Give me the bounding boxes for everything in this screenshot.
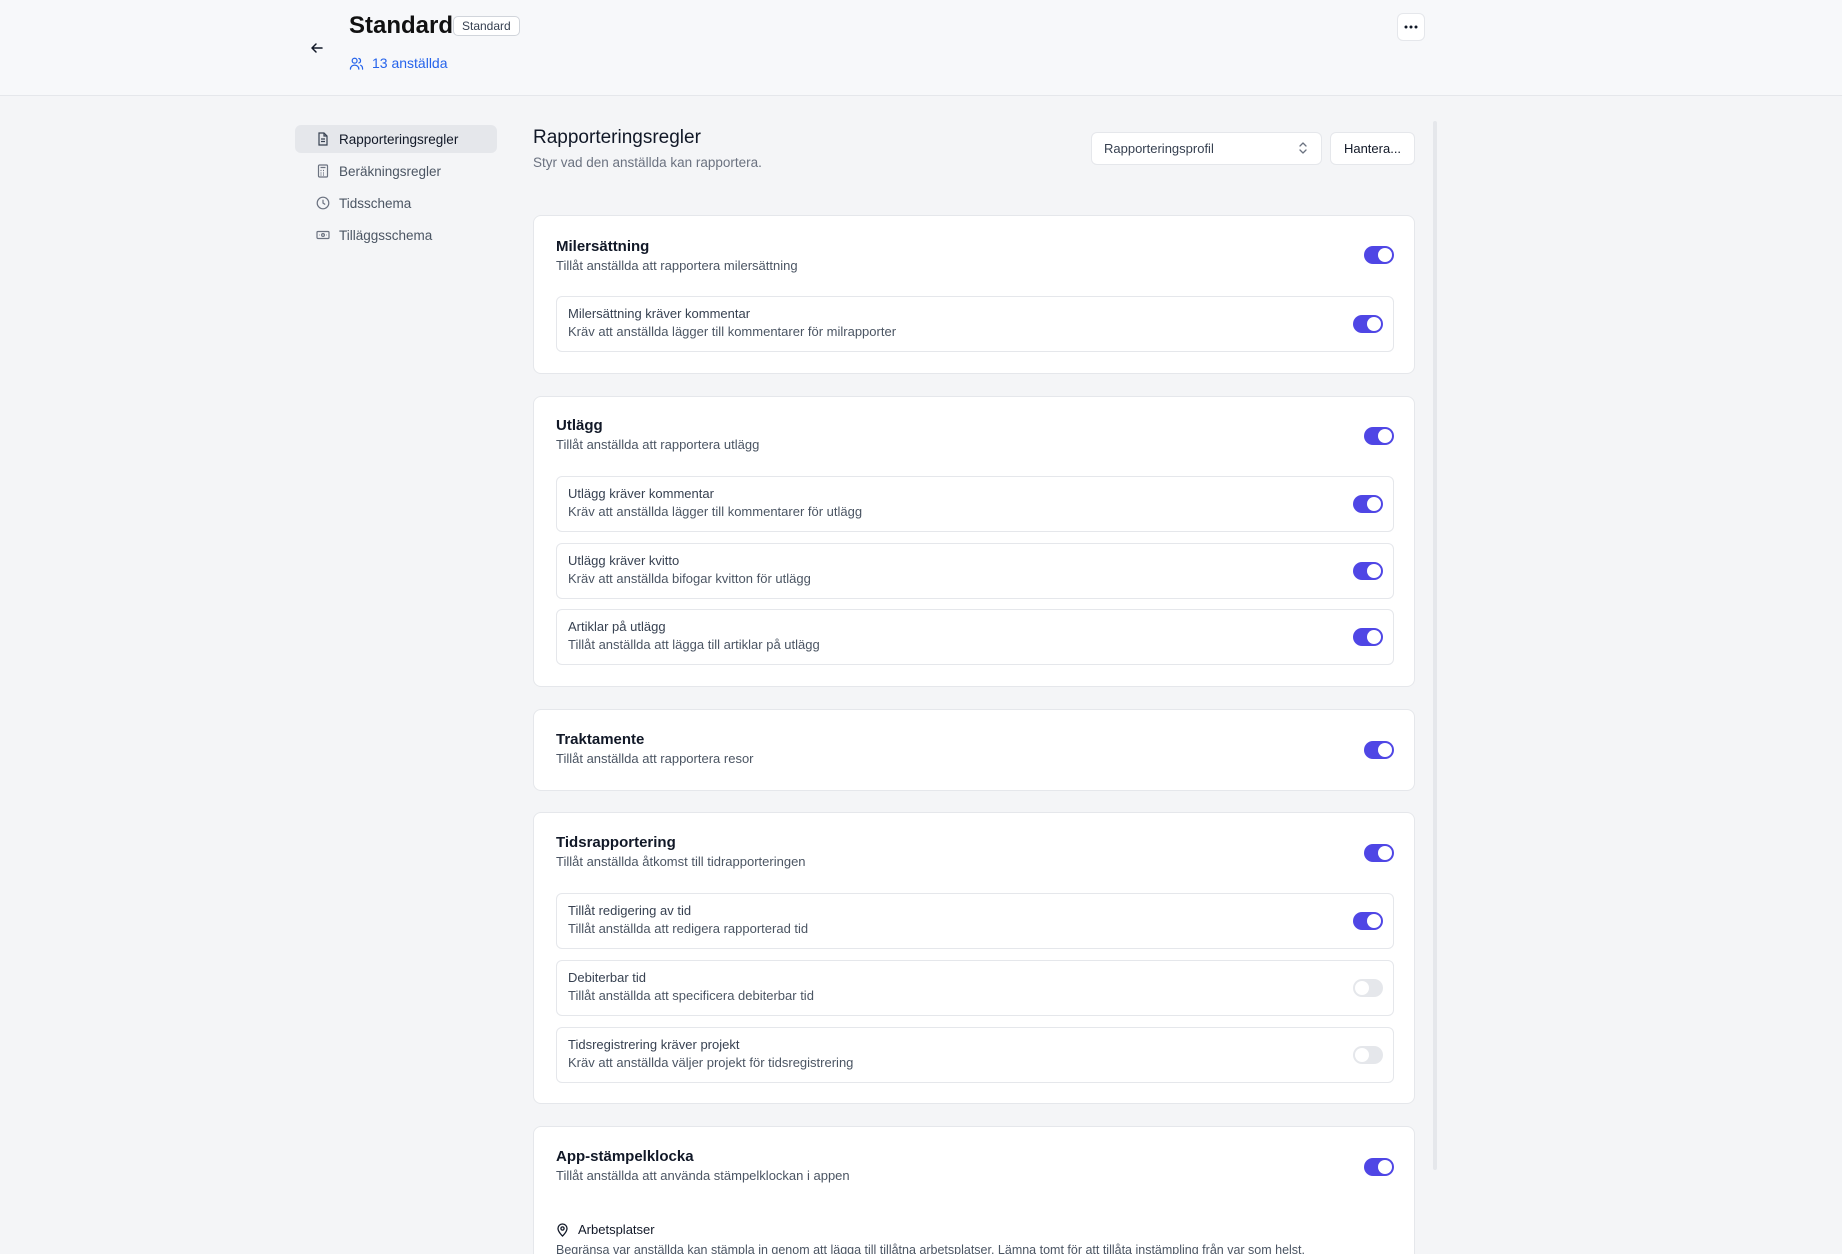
calculator-icon <box>317 164 329 178</box>
page-header: Standard Standard 13 anställda <box>0 0 1842 96</box>
sub-setting-title: Debiterbar tid <box>568 970 647 985</box>
tidsrapportering-toggle[interactable] <box>1364 844 1394 862</box>
more-options-button[interactable] <box>1397 13 1425 41</box>
sidebar-item-label: Rapporteringsregler <box>339 131 459 147</box>
sub-setting-title: Utlägg kräver kvitto <box>568 553 680 568</box>
utlagg-toggle[interactable] <box>1364 427 1394 445</box>
workplaces-heading: Arbetsplatser <box>556 1222 655 1237</box>
sub-setting-row: Artiklar på utlägg Tillåt anställda att … <box>556 609 1394 665</box>
card-title: App-stämpelklocka <box>556 1148 694 1165</box>
card-description: Tillåt anställda att rapportera utlägg <box>556 437 760 452</box>
utlagg-kommentar-toggle[interactable] <box>1353 495 1383 513</box>
section-card-stampelklocka: App-stämpelklocka Tillåt anställda att a… <box>533 1126 1415 1254</box>
arrow-left-icon <box>311 43 323 53</box>
sub-setting-row: Tidsregistrering kräver projekt Kräv att… <box>556 1027 1394 1083</box>
traktamente-toggle[interactable] <box>1364 741 1394 759</box>
page-title: Standard <box>349 12 454 39</box>
card-title: Utlägg <box>556 417 603 434</box>
projekt-toggle[interactable] <box>1353 1046 1383 1064</box>
sidebar-item-label: Beräkningsregler <box>339 163 442 179</box>
section-card-milersattning: Milersättning Tillåt anställda att rappo… <box>533 215 1415 374</box>
sub-setting-description: Kräv att anställda lägger till kommentar… <box>568 324 897 339</box>
reporting-profile-select[interactable]: Rapporteringsprofil <box>1091 132 1322 165</box>
employees-link[interactable]: 13 anställda <box>349 55 448 71</box>
utlagg-kvitto-toggle[interactable] <box>1353 562 1383 580</box>
sub-setting-description: Kräv att anställda bifogar kvitton för u… <box>568 571 811 586</box>
more-horizontal-icon <box>1404 25 1418 29</box>
sub-setting-title: Tidsregistrering kräver projekt <box>568 1037 740 1052</box>
sub-setting-title: Tillåt redigering av tid <box>568 903 692 918</box>
card-description: Tillåt anställda att använda stämpelkloc… <box>556 1168 850 1183</box>
card-title: Tidsrapportering <box>556 834 676 851</box>
milersattning-toggle[interactable] <box>1364 246 1394 264</box>
sub-setting-row: Tillåt redigering av tid Tillåt anställd… <box>556 893 1394 949</box>
card-title: Traktamente <box>556 731 645 748</box>
sidebar-item-tidsschema[interactable]: Tidsschema <box>295 189 497 217</box>
manage-button[interactable]: Hantera... <box>1330 132 1415 165</box>
sub-setting-description: Tillåt anställda att specificera debiter… <box>568 988 814 1003</box>
sidebar-item-berakningsregler[interactable]: Beräkningsregler <box>295 157 497 185</box>
section-card-traktamente: Traktamente Tillåt anställda att rapport… <box>533 709 1415 791</box>
sub-setting-row: Milersättning kräver kommentar Kräv att … <box>556 296 1394 352</box>
section-card-tidsrapportering: Tidsrapportering Tillåt anställda åtkoms… <box>533 812 1415 1104</box>
sidebar-item-label: Tidsschema <box>339 195 412 211</box>
workplaces-title: Arbetsplatser <box>578 1222 655 1237</box>
map-pin-icon <box>557 1222 568 1237</box>
section-subtitle: Styr vad den anställda kan rapportera. <box>533 155 762 170</box>
debiterbar-toggle[interactable] <box>1353 979 1383 997</box>
card-title: Milersättning <box>556 238 650 255</box>
card-description: Tillåt anställda att rapportera milersät… <box>556 258 798 273</box>
sub-setting-description: Kräv att anställda väljer projekt för ti… <box>568 1055 854 1070</box>
redigering-toggle[interactable] <box>1353 912 1383 930</box>
users-icon <box>349 57 364 70</box>
sidebar-item-rapporteringsregler[interactable]: Rapporteringsregler <box>295 125 497 153</box>
select-value: Rapporteringsprofil <box>1104 141 1214 156</box>
back-button[interactable] <box>305 36 329 60</box>
section-card-utlagg: Utlägg Tillåt anställda att rapportera u… <box>533 396 1415 687</box>
card-description: Tillåt anställda att rapportera resor <box>556 751 754 766</box>
clock-icon <box>316 196 330 210</box>
sub-setting-title: Milersättning kräver kommentar <box>568 306 751 321</box>
stampelklocka-toggle[interactable] <box>1364 1158 1394 1176</box>
sub-setting-title: Artiklar på utlägg <box>568 619 666 634</box>
artiklar-toggle[interactable] <box>1353 628 1383 646</box>
sidebar-item-label: Tilläggsschema <box>339 227 433 243</box>
sidebar-item-tillaggsschema[interactable]: Tilläggsschema <box>295 221 497 249</box>
ticket-icon <box>316 230 330 240</box>
employees-count: 13 anställda <box>372 55 448 71</box>
card-description: Tillåt anställda åtkomst till tidrapport… <box>556 854 806 869</box>
workplaces-description: Begränsa var anställda kan stämpla in ge… <box>556 1243 1305 1254</box>
sub-setting-description: Tillåt anställda att lägga till artiklar… <box>568 637 820 652</box>
sub-setting-description: Tillåt anställda att redigera rapportera… <box>568 921 809 936</box>
sub-setting-row: Debiterbar tid Tillåt anställda att spec… <box>556 960 1394 1016</box>
document-icon <box>318 132 328 146</box>
sub-setting-description: Kräv att anställda lägger till kommentar… <box>568 504 863 519</box>
profile-badge: Standard <box>453 16 520 36</box>
scrollbar[interactable] <box>1433 121 1437 1170</box>
section-title: Rapporteringsregler <box>533 127 701 148</box>
settings-sidebar: Rapporteringsregler Beräkningsregler Tid… <box>295 125 497 253</box>
sub-setting-row: Utlägg kräver kommentar Kräv att anställ… <box>556 476 1394 532</box>
chevron-up-down-icon <box>1299 142 1307 154</box>
milersattning-kommentar-toggle[interactable] <box>1353 315 1383 333</box>
sub-setting-title: Utlägg kräver kommentar <box>568 486 714 501</box>
sub-setting-row: Utlägg kräver kvitto Kräv att anställda … <box>556 543 1394 599</box>
